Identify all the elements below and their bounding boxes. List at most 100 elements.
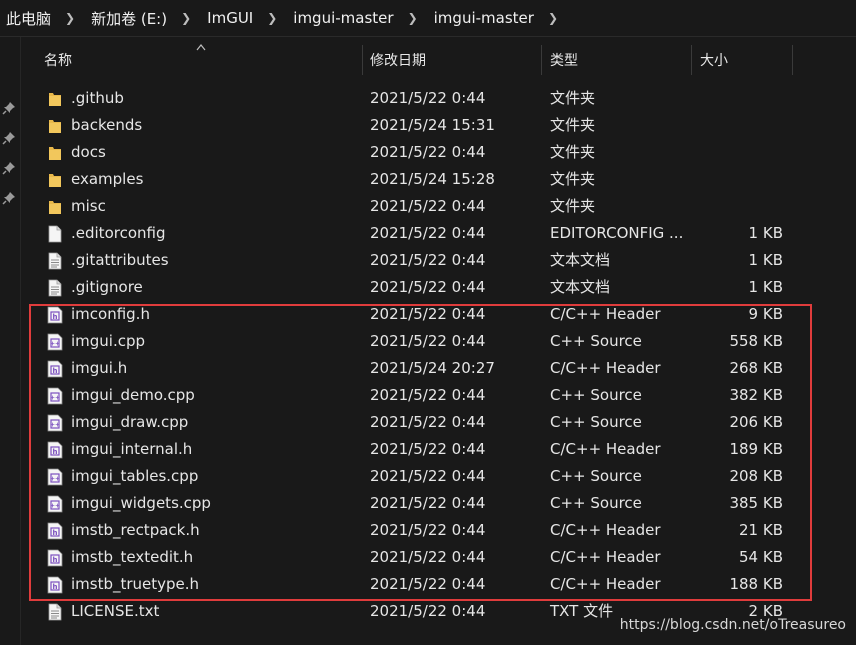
- header-file-icon: h: [47, 306, 63, 324]
- chevron-right-icon[interactable]: ❯: [51, 11, 85, 25]
- file-type: C/C++ Header: [550, 575, 661, 593]
- source-file-icon: ++: [47, 387, 63, 405]
- pin-icon[interactable]: [2, 101, 16, 115]
- file-type: 文件夹: [550, 143, 596, 161]
- text-file-icon: [47, 252, 63, 270]
- file-date: 2021/5/22 0:44: [370, 602, 486, 620]
- file-date: 2021/5/22 0:44: [370, 305, 486, 323]
- column-divider[interactable]: [792, 45, 793, 75]
- header-file-icon: h: [47, 549, 63, 567]
- folder-icon: [47, 171, 63, 189]
- chevron-right-icon[interactable]: ❯: [167, 11, 201, 25]
- file-row[interactable]: .editorconfig 2021/5/22 0:44 EDITORCONFIG …: [21, 220, 856, 247]
- text-file-icon: [47, 603, 63, 621]
- file-type: 文本文档: [550, 251, 611, 269]
- file-date: 2021/5/22 0:44: [370, 494, 486, 512]
- breadcrumb: 此电脑 ❯ 新加卷 (E:) ❯ ImGUI ❯ imgui-master ❯ …: [0, 0, 856, 36]
- file-type: 文件夹: [550, 170, 596, 188]
- file-type: C/C++ Header: [550, 359, 661, 377]
- file-date: 2021/5/22 0:44: [370, 467, 486, 485]
- file-size: 385 KB: [729, 494, 783, 512]
- file-date: 2021/5/22 0:44: [370, 413, 486, 431]
- file-size: 1 KB: [748, 251, 783, 269]
- breadcrumb-item-this-pc[interactable]: 此电脑: [0, 8, 51, 29]
- divider: [0, 36, 856, 37]
- file-size: 268 KB: [729, 359, 783, 377]
- file-row[interactable]: backends 2021/5/24 15:31 文件夹: [21, 112, 856, 139]
- file-row[interactable]: h imstb_rectpack.h 2021/5/22 0:44 C/C++ Hea…: [21, 517, 856, 544]
- file-row[interactable]: h imgui_internal.h 2021/5/22 0:44 C/C++ Hea…: [21, 436, 856, 463]
- pin-icon[interactable]: [2, 191, 16, 205]
- watermark: https://blog.csdn.net/oTreasureo: [619, 617, 846, 633]
- file-row[interactable]: h imgui.h 2021/5/24 20:27 C/C++ Header 268 K…: [21, 355, 856, 382]
- svg-text:++: ++: [50, 422, 60, 429]
- file-name: imstb_truetype.h: [71, 575, 200, 593]
- file-row[interactable]: .github 2021/5/22 0:44 文件夹: [21, 85, 856, 112]
- breadcrumb-item-drive[interactable]: 新加卷 (E:): [85, 8, 167, 29]
- file-row[interactable]: ++ imgui_widgets.cpp 2021/5/22 0:44 C++ Sou…: [21, 490, 856, 517]
- file-size: 54 KB: [739, 548, 783, 566]
- file-size: 189 KB: [729, 440, 783, 458]
- pin-icon[interactable]: [2, 161, 16, 175]
- source-file-icon: ++: [47, 414, 63, 432]
- file-name: imgui_demo.cpp: [71, 386, 195, 404]
- file-name: imgui_draw.cpp: [71, 413, 189, 431]
- file-name: LICENSE.txt: [71, 602, 160, 620]
- file-date: 2021/5/22 0:44: [370, 332, 486, 350]
- file-row[interactable]: misc 2021/5/22 0:44 文件夹: [21, 193, 856, 220]
- pin-icon[interactable]: [2, 131, 16, 145]
- chevron-right-icon[interactable]: ❯: [394, 11, 428, 25]
- file-type: EDITORCONFIG ...: [550, 224, 684, 242]
- file-row[interactable]: ++ imgui.cpp 2021/5/22 0:44 C++ Source 558 K…: [21, 328, 856, 355]
- file-size: 188 KB: [729, 575, 783, 593]
- file-date: 2021/5/22 0:44: [370, 251, 486, 269]
- header-file-icon: h: [47, 360, 63, 378]
- column-header-type[interactable]: 类型: [550, 43, 578, 79]
- file-date: 2021/5/22 0:44: [370, 521, 486, 539]
- file-row[interactable]: examples 2021/5/24 15:28 文件夹: [21, 166, 856, 193]
- file-date: 2021/5/22 0:44: [370, 386, 486, 404]
- file-row[interactable]: ++ imgui_draw.cpp 2021/5/22 0:44 C++ Source…: [21, 409, 856, 436]
- folder-icon: [47, 198, 63, 216]
- file-type: C++ Source: [550, 332, 642, 350]
- svg-text:h: h: [53, 556, 58, 564]
- breadcrumb-item-imgui-master[interactable]: imgui-master: [287, 9, 393, 27]
- column-divider[interactable]: [362, 45, 363, 75]
- chevron-right-icon[interactable]: ❯: [534, 11, 568, 25]
- header-file-icon: h: [47, 441, 63, 459]
- column-header-date[interactable]: 修改日期: [370, 43, 426, 79]
- file-name: imgui_internal.h: [71, 440, 193, 458]
- file-size: 1 KB: [748, 278, 783, 296]
- file-row[interactable]: ++ imgui_tables.cpp 2021/5/22 0:44 C++ Sour…: [21, 463, 856, 490]
- file-name: .gitignore: [71, 278, 143, 296]
- file-type: C/C++ Header: [550, 521, 661, 539]
- svg-text:h: h: [53, 313, 58, 321]
- breadcrumb-item-imgui[interactable]: ImGUI: [201, 9, 253, 27]
- source-file-icon: ++: [47, 468, 63, 486]
- file-date: 2021/5/22 0:44: [370, 224, 486, 242]
- file-name: .editorconfig: [71, 224, 166, 242]
- file-name: imconfig.h: [71, 305, 150, 323]
- file-row[interactable]: ++ imgui_demo.cpp 2021/5/22 0:44 C++ Source…: [21, 382, 856, 409]
- file-row[interactable]: h imstb_textedit.h 2021/5/22 0:44 C/C++ Hea…: [21, 544, 856, 571]
- navigation-pane: [0, 37, 21, 645]
- file-name: examples: [71, 170, 144, 188]
- column-header-size[interactable]: 大小: [700, 43, 728, 79]
- chevron-right-icon[interactable]: ❯: [253, 11, 287, 25]
- breadcrumb-item-imgui-master-current[interactable]: imgui-master: [428, 9, 534, 27]
- column-header-name[interactable]: 名称: [44, 43, 72, 79]
- file-type: 文本文档: [550, 278, 611, 296]
- file-row[interactable]: h imstb_truetype.h 2021/5/22 0:44 C/C++ Hea…: [21, 571, 856, 598]
- file-row[interactable]: h imconfig.h 2021/5/22 0:44 C/C++ Header 9 K…: [21, 301, 856, 328]
- file-row[interactable]: .gitignore 2021/5/22 0:44 文本文档 1 KB: [21, 274, 856, 301]
- file-row[interactable]: .gitattributes 2021/5/22 0:44 文本文档 1 KB: [21, 247, 856, 274]
- file-size: 558 KB: [729, 332, 783, 350]
- folder-icon: [47, 144, 63, 162]
- blank-file-icon: [47, 225, 63, 243]
- file-type: C/C++ Header: [550, 440, 661, 458]
- file-name: imgui.cpp: [71, 332, 146, 350]
- column-divider[interactable]: [541, 45, 542, 75]
- file-row[interactable]: docs 2021/5/22 0:44 文件夹: [21, 139, 856, 166]
- svg-text:h: h: [53, 448, 58, 456]
- column-divider[interactable]: [691, 45, 692, 75]
